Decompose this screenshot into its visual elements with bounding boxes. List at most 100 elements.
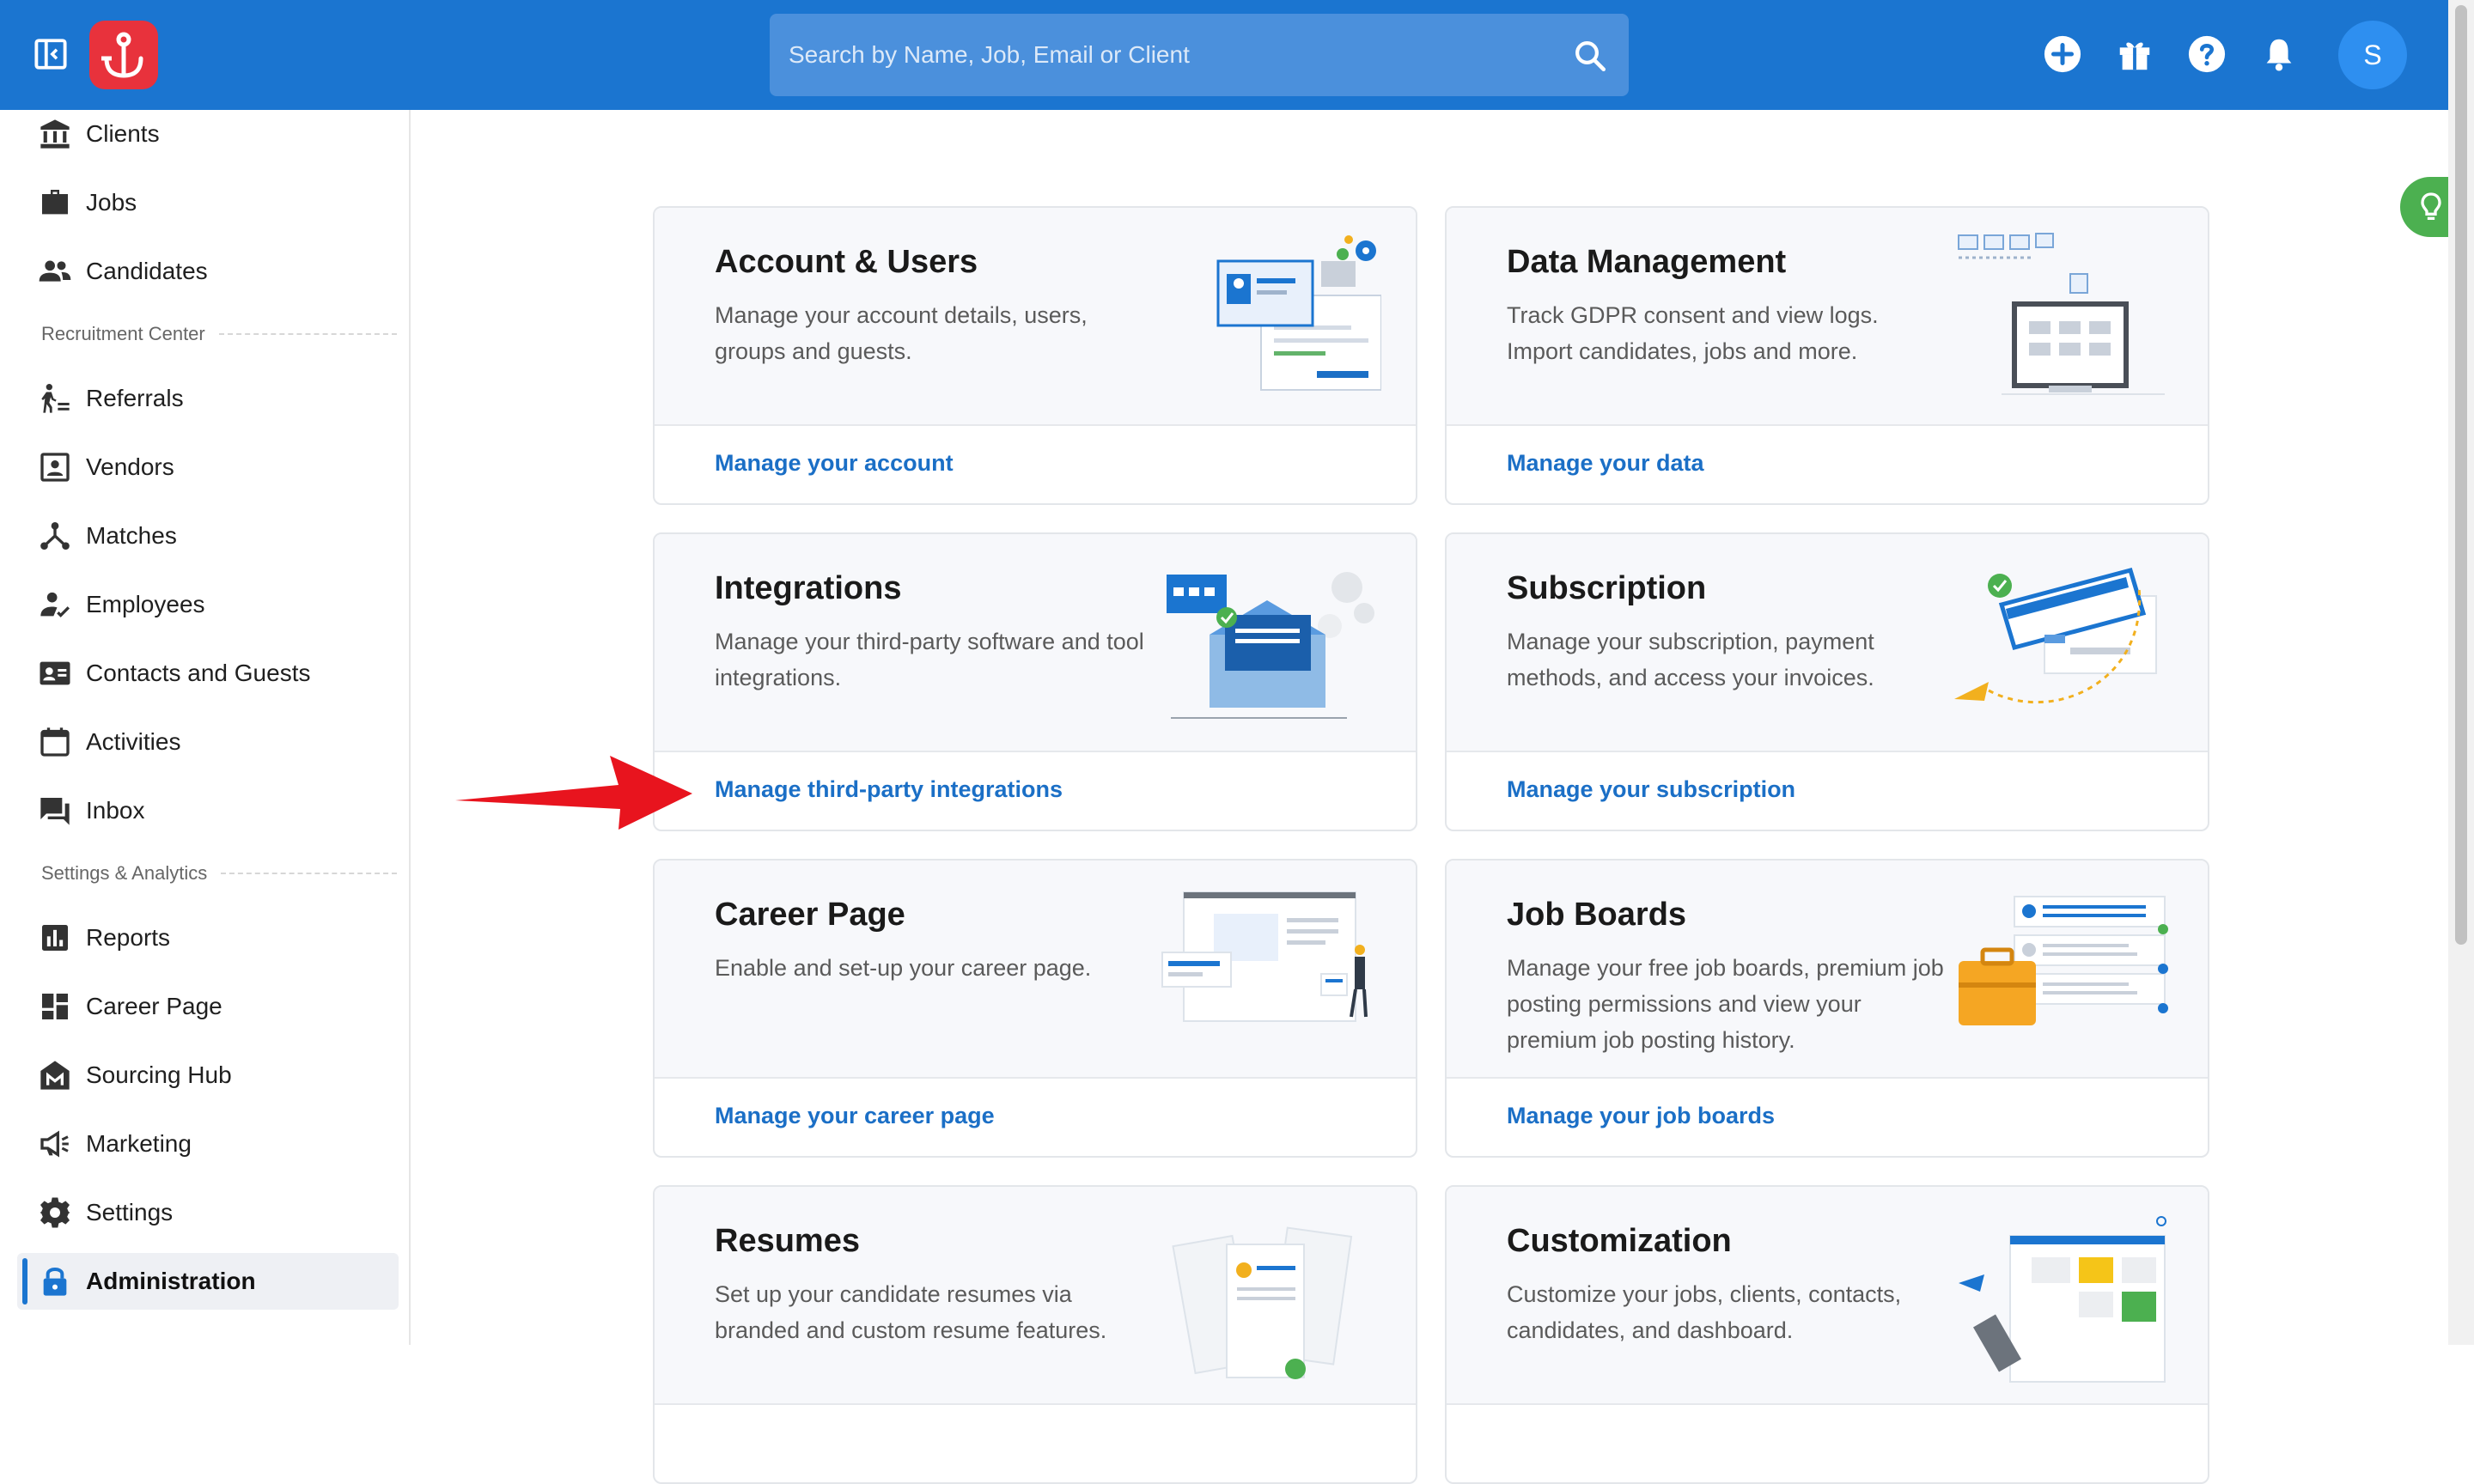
manage-data-link[interactable]: Manage your data [1507,450,1704,477]
data-management-illustration-icon [1958,233,2165,395]
sidebar-item-administration[interactable]: Administration [17,1253,399,1310]
referral-icon [41,384,70,413]
sidebar-item-label: Sourcing Hub [86,1061,232,1088]
card-title: Career Page [715,897,905,933]
sidebar-item-label: Candidates [86,258,208,284]
section-recruitment-center: Recruitment Center [41,323,397,345]
customization-illustration-icon [1959,1216,2166,1383]
matches-icon [40,522,70,550]
app-logo[interactable] [89,21,158,89]
card-description: Manage your subscription, payment method… [1507,629,1874,690]
manage-subscription-link[interactable]: Manage your subscription [1507,776,1795,803]
sidebar-item-matches[interactable]: Matches [17,508,399,564]
search-input[interactable] [789,14,1545,96]
card-title: Integrations [715,570,902,606]
sidebar-item-vendors[interactable]: Vendors [17,439,399,496]
card-account-users: Account & Users Manage your account deta… [653,206,1417,505]
top-bar: S [0,0,2448,110]
card-subscription: Subscription Manage your subscription, p… [1445,532,2209,831]
gift-icon[interactable] [2115,34,2154,74]
scrollbar-thumb[interactable] [2455,5,2467,945]
card-title: Data Management [1507,244,1787,280]
sidebar-item-label: Settings [86,1199,174,1226]
sidebar-item-label: Jobs [86,189,137,216]
vendor-icon [40,453,70,482]
card-description: Set up your candidate resumes via brande… [715,1281,1107,1343]
card-title: Job Boards [1507,897,1687,933]
sidebar-item-label: Reports [86,924,171,951]
card-description: Manage your third-party software and too… [715,629,1144,690]
section-title: Recruitment Center [41,323,205,344]
sidebar-item-label: Vendors [86,453,174,480]
integrations-illustration-icon [1167,572,1374,719]
sidebar-item-referrals[interactable]: Referrals [17,370,399,427]
manage-integrations-link[interactable]: Manage third-party integrations [715,776,1063,803]
manage-career-page-link[interactable]: Manage your career page [715,1103,995,1129]
search-icon[interactable] [1572,38,1608,74]
sidebar-item-marketing[interactable]: Marketing [17,1116,399,1172]
card-title: Account & Users [715,244,978,280]
sidebar-item-label: Employees [86,591,205,617]
card-description: Enable and set-up your career page. [715,955,1092,981]
global-search[interactable] [770,14,1629,96]
sidebar-item-label: Matches [86,522,177,549]
card-title: Subscription [1507,570,1707,606]
avatar[interactable]: S [2338,21,2407,89]
add-icon[interactable] [2043,34,2082,74]
card-description: Manage your account details, users, grou… [715,302,1088,364]
resumes-illustration-icon [1172,1226,1353,1379]
card-description: Track GDPR consent and view logs. Import… [1507,302,1879,364]
red-arrow-annotation-icon [455,756,692,830]
dashboard-icon [42,994,68,1019]
lightbulb-icon [2421,192,2441,220]
subscription-illustration-icon [1954,567,2157,704]
sidebar-item-activities[interactable]: Activities [17,714,399,770]
card-data-management: Data Management Track GDPR consent and v… [1445,206,2209,505]
sidebar-item-sourcing-hub[interactable]: Sourcing Hub [17,1047,399,1104]
card-description: Customize your jobs, clients, contacts, … [1507,1281,1902,1343]
anchor-logo-icon [101,32,143,78]
career-page-illustration-icon [1161,891,1368,1022]
chat-icon [40,798,70,825]
sidebar-item-label: Inbox [86,797,145,824]
sourcing-hub-icon [40,1061,70,1090]
bell-icon[interactable] [2259,34,2299,74]
sidebar-item-inbox[interactable]: Inbox [17,782,399,839]
gear-icon [40,1197,70,1228]
sidebar: Clients Jobs Candidates Recruitment Cent… [0,110,411,1345]
manage-job-boards-link[interactable]: Manage your job boards [1507,1103,1775,1129]
manage-account-link[interactable]: Manage your account [715,450,954,477]
bank-icon [40,119,70,149]
sidebar-item-clients[interactable]: Clients [17,106,399,162]
lock-icon [43,1268,67,1296]
sidebar-item-contacts-and-guests[interactable]: Contacts and Guests [17,645,399,702]
section-settings-analytics: Settings & Analytics [41,862,397,885]
sidebar-item-employees[interactable]: Employees [17,576,399,633]
sidebar-item-label: Career Page [86,993,222,1019]
page-scrollbar[interactable] [2448,0,2474,1345]
sidebar-item-career-page[interactable]: Career Page [17,978,399,1035]
card-title: Customization [1507,1223,1732,1259]
briefcase-icon [42,190,68,215]
card-job-boards: Job Boards Manage your free job boards, … [1445,859,2209,1158]
sidebar-toggle-icon[interactable] [33,36,69,72]
sidebar-item-label: Clients [86,120,160,147]
help-icon[interactable] [2187,34,2227,74]
people-icon [39,260,71,282]
card-description: Manage your free job boards, premium job… [1507,955,1944,1053]
sidebar-item-candidates[interactable]: Candidates [17,243,399,300]
card-integrations: Integrations Manage your third-party sof… [653,532,1417,831]
sidebar-item-jobs[interactable]: Jobs [17,174,399,231]
sidebar-item-label: Activities [86,728,181,755]
sidebar-item-settings[interactable]: Settings [17,1184,399,1241]
card-customization: Customization Customize your jobs, clien… [1445,1185,2209,1484]
section-title: Settings & Analytics [41,862,208,884]
sidebar-item-label: Referrals [86,385,184,411]
contact-card-icon [40,661,70,685]
sidebar-item-reports[interactable]: Reports [17,909,399,966]
employee-icon [40,592,70,617]
card-resumes: Resumes Set up your candidate resumes vi… [653,1185,1417,1484]
account-users-illustration-icon [1216,235,1381,391]
sidebar-item-label: Marketing [86,1130,192,1157]
card-career-page: Career Page Enable and set-up your caree… [653,859,1417,1158]
